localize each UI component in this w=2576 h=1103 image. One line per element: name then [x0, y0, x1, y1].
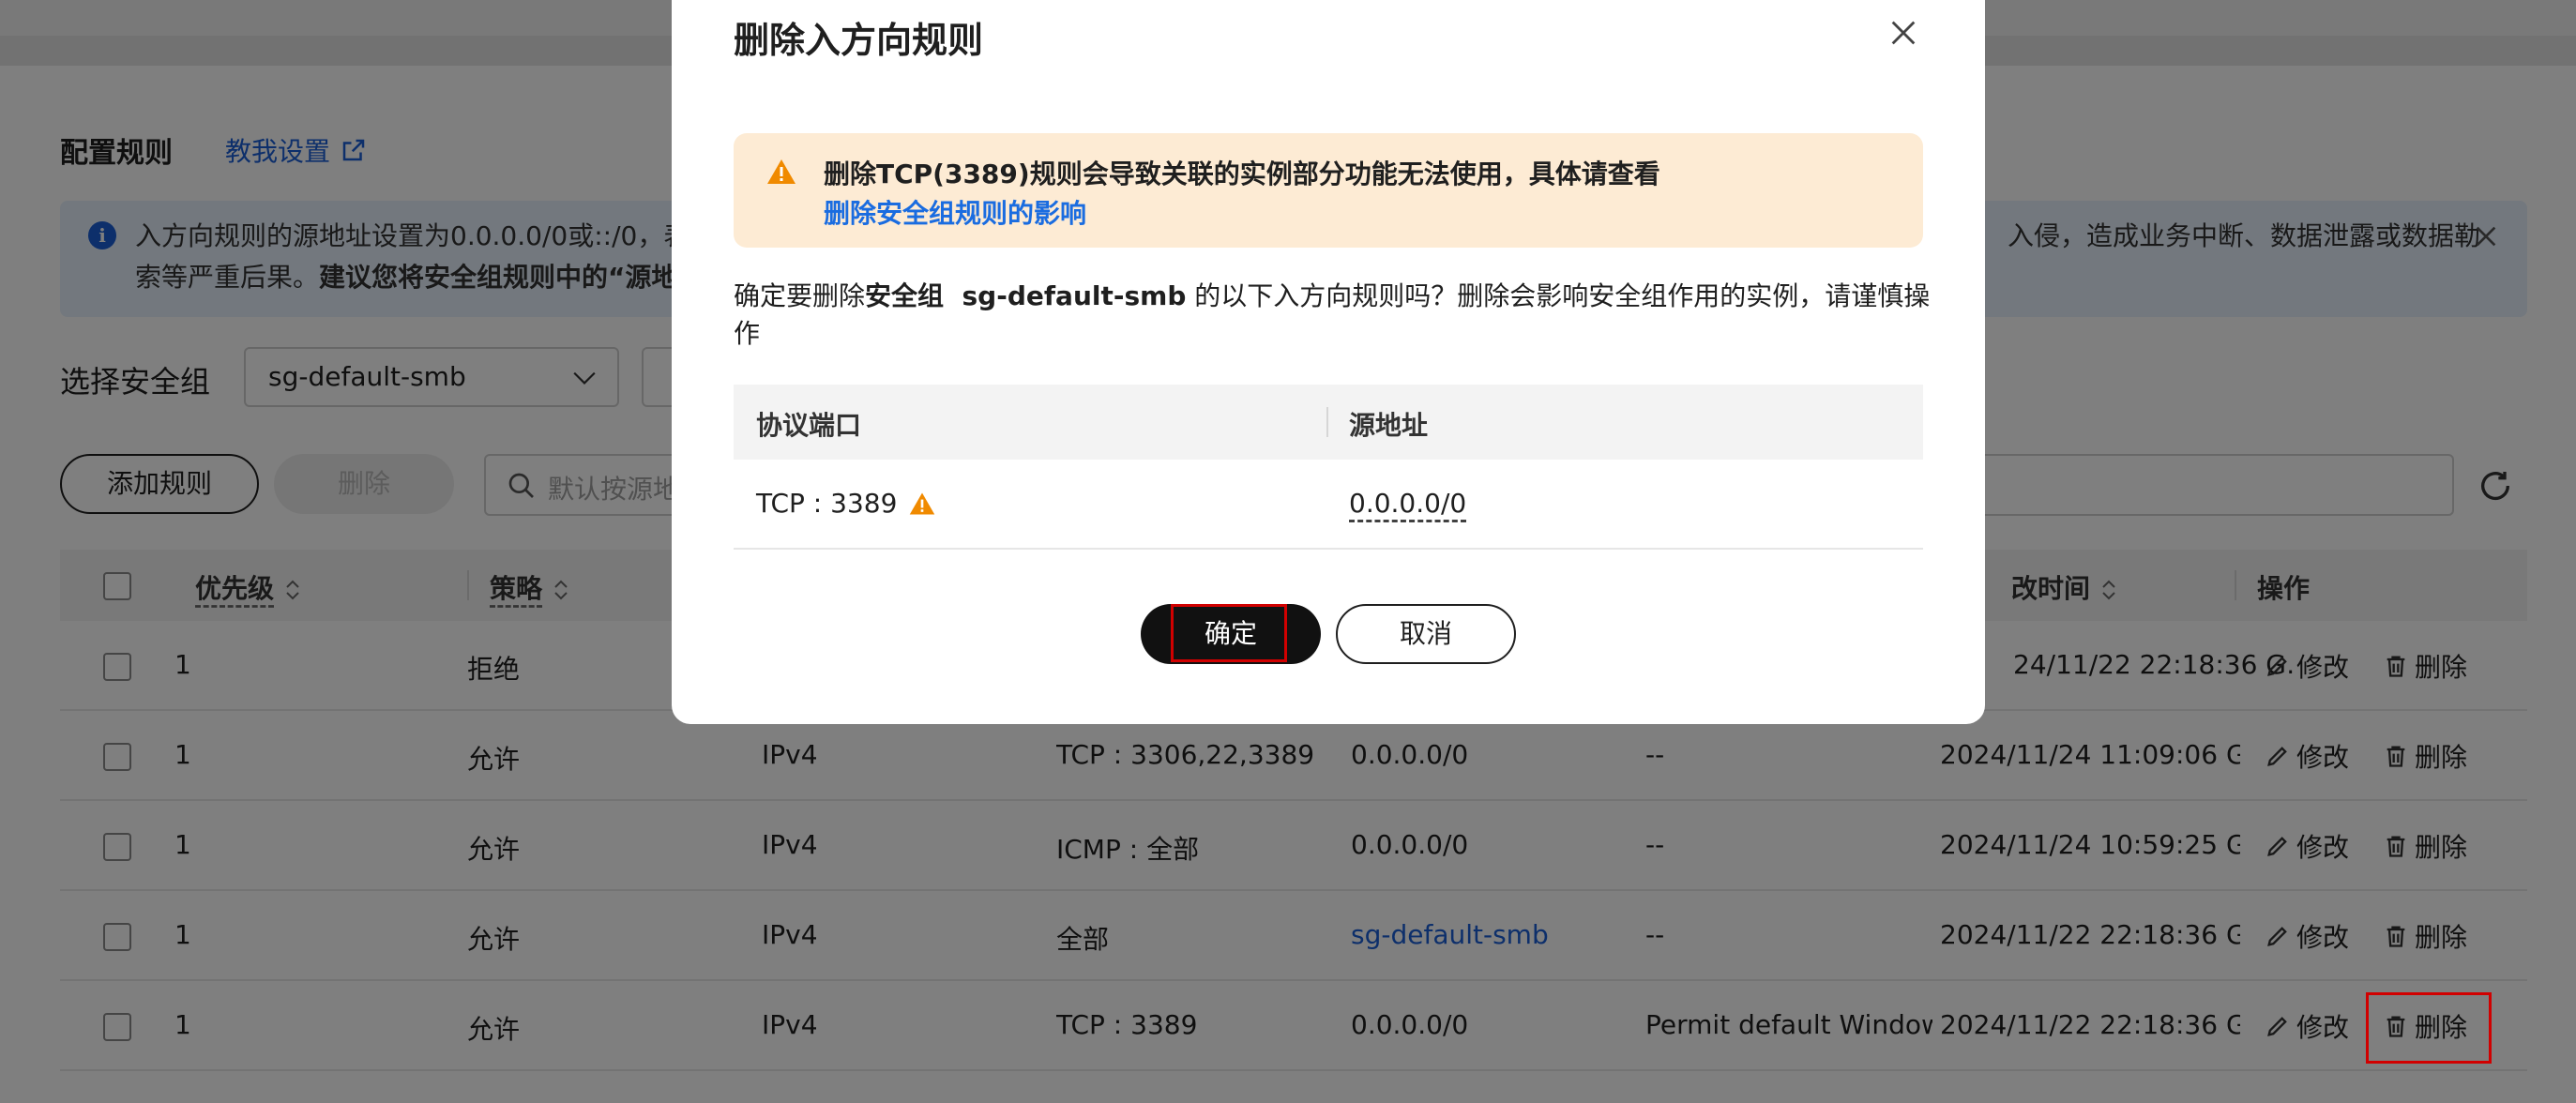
dialog-title: 删除入方向规则: [734, 20, 984, 61]
confirm-highlight-box: [1171, 604, 1287, 662]
col-source: 源地址: [1349, 410, 1429, 441]
dialog-table-header: 协议端口 源地址: [734, 385, 1923, 460]
warning-box: 删除TCP(3389)规则会导致关联的实例部分功能无法使用，具体请查看 删除安全…: [734, 133, 1923, 248]
col-port: 协议端口: [756, 410, 862, 441]
confirm-text: 确定要删除安全组 sg-default-smb 的以下入方向规则吗？删除会影响安…: [734, 280, 1931, 349]
warning-text: 删除TCP(3389)规则会导致关联的实例部分功能无法使用，具体请查看: [824, 159, 1660, 189]
warning-link[interactable]: 删除安全组规则的影响: [824, 193, 1086, 231]
delete-highlight-box: [2366, 992, 2492, 1064]
cancel-button[interactable]: 取消: [1336, 604, 1516, 664]
warning-icon: [767, 159, 796, 184]
delete-rule-dialog: 删除入方向规则 删除TCP(3389)规则会导致关联的实例部分功能无法使用，具体…: [672, 0, 1985, 724]
warning-icon: [910, 492, 935, 514]
close-icon[interactable]: [1887, 17, 1919, 49]
dialog-table-row: TCP : 3389 0.0.0.0/0: [734, 460, 1923, 550]
